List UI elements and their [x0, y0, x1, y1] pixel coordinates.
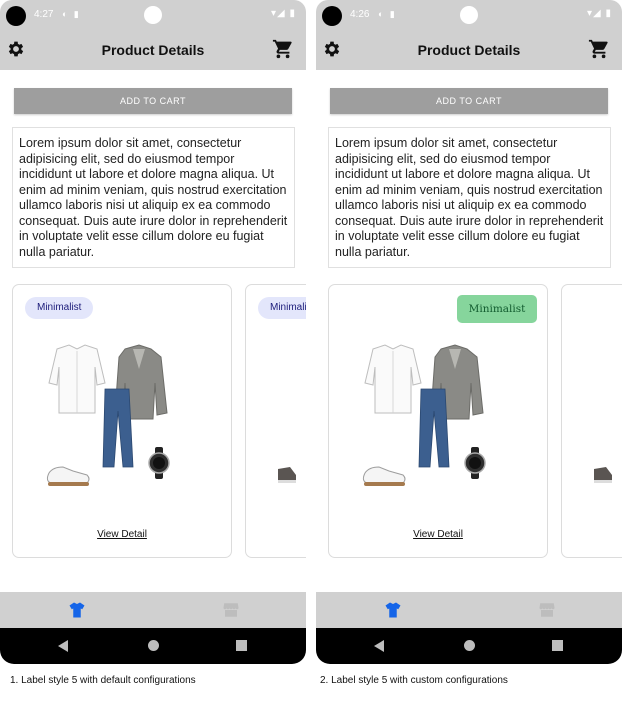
shoe-image	[278, 467, 296, 483]
page-title: Product Details	[101, 42, 205, 58]
caption-default: 1. Label style 5 with default configurat…	[10, 675, 196, 686]
store-icon[interactable]	[538, 601, 556, 619]
product-card-next[interactable]	[561, 284, 622, 558]
phone-screen-custom: 4:26 ◐ ▮ ▾◢ ▮ Product Details ADD TO CAR…	[316, 0, 622, 664]
product-label: Minimalist	[457, 295, 537, 323]
shirt-icon[interactable]	[68, 601, 86, 619]
notification-icons: ◐ ▮	[62, 9, 81, 19]
outfit-image	[46, 344, 170, 486]
bottom-nav	[316, 592, 622, 628]
phone-screen-default: 4:27 ◐ ▮ ▾◢ ▮ Product Details ADD TO CAR…	[0, 0, 306, 664]
cart-icon[interactable]	[272, 38, 294, 60]
status-time: 4:27	[34, 9, 54, 20]
home-icon[interactable]	[148, 640, 159, 651]
add-to-cart-button[interactable]: ADD TO CART	[330, 88, 608, 114]
status-bar: 4:27 ◐ ▮ ▾◢ ▮	[0, 0, 306, 30]
notch-dot	[144, 6, 162, 24]
camera-cutout	[6, 6, 26, 26]
view-detail-link[interactable]: View Detail	[13, 529, 231, 540]
product-card[interactable]: Minimalist View Detail	[12, 284, 232, 558]
notification-icons: ◐ ▮	[378, 9, 397, 19]
product-carousel[interactable]: Minimalist View Detail	[316, 280, 622, 562]
add-to-cart-button[interactable]: ADD TO CART	[14, 88, 292, 114]
product-card-next[interactable]: Minimalist	[245, 284, 306, 558]
page-title: Product Details	[417, 42, 521, 58]
signal-battery-icons: ▾◢ ▮	[587, 8, 612, 19]
shirt-icon[interactable]	[384, 601, 402, 619]
system-nav-bar	[0, 628, 306, 664]
app-bar: Product Details	[316, 30, 622, 70]
cart-icon[interactable]	[588, 38, 610, 60]
camera-cutout	[322, 6, 342, 26]
product-carousel[interactable]: Minimalist View Detail Minimal	[0, 280, 306, 562]
product-label: Minimalist	[25, 297, 94, 319]
status-bar: 4:26 ◐ ▮ ▾◢ ▮	[316, 0, 622, 30]
home-icon[interactable]	[464, 640, 475, 651]
back-icon[interactable]	[374, 640, 384, 652]
app-bar: Product Details	[0, 30, 306, 70]
view-detail-link[interactable]: View Detail	[329, 529, 547, 540]
status-time: 4:26	[350, 9, 370, 20]
caption-custom: 2. Label style 5 with custom configurati…	[320, 675, 508, 686]
recents-icon[interactable]	[552, 640, 563, 651]
notch-dot	[460, 6, 478, 24]
outfit-image	[362, 344, 486, 486]
shoe-image	[594, 467, 612, 483]
product-label: Minimalist	[258, 297, 306, 319]
signal-battery-icons: ▾◢ ▮	[271, 8, 296, 19]
bottom-nav	[0, 592, 306, 628]
back-icon[interactable]	[58, 640, 68, 652]
product-description: Lorem ipsum dolor sit amet, consectetur …	[328, 127, 611, 268]
store-icon[interactable]	[222, 601, 240, 619]
product-card[interactable]: Minimalist View Detail	[328, 284, 548, 558]
system-nav-bar	[316, 628, 622, 664]
product-description: Lorem ipsum dolor sit amet, consectetur …	[12, 127, 295, 268]
recents-icon[interactable]	[236, 640, 247, 651]
